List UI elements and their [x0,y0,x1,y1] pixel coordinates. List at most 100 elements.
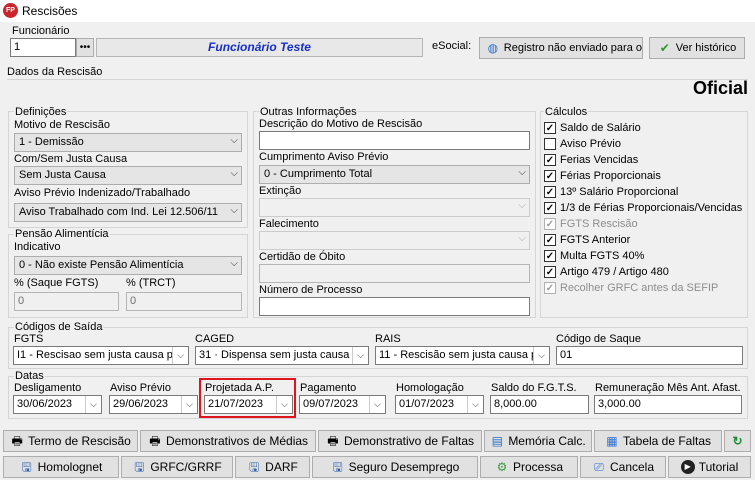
calculo-checkbox-item[interactable]: ✓ Recolher GRFC antes da SEFIP [544,280,746,296]
checkbox-checked-icon[interactable]: ✓ [544,266,556,278]
certidao-label: Certidão de Óbito [259,251,346,263]
checkbox-checked-icon[interactable]: ✓ [544,170,556,182]
printer-icon: 🖶 [327,434,339,448]
calculo-label: Artigo 479 / Artigo 480 [560,266,669,278]
demonstrativos-medias-button[interactable]: 🖶 Demonstrativos de Médias [140,430,316,452]
checkbox-unchecked-icon[interactable] [544,138,556,150]
chevron-down-icon: ⌵ [352,347,368,364]
calculo-checkbox-item[interactable]: ✓ Saldo de Salário [544,120,746,136]
pensao-title: Pensão Alimentícia [14,228,110,240]
ellipsis-icon: ••• [79,42,91,53]
checkbox-checked-icon[interactable]: ✓ [544,122,556,134]
memoria-calc-button[interactable]: ▤ Memória Calc. [484,430,592,452]
chevron-down-icon: ⌵ [518,200,526,211]
falecimento-select[interactable]: ⌵ [259,231,530,250]
esocial-label: eSocial: [432,40,472,52]
checkbox-checked-icon[interactable]: ✓ [544,186,556,198]
checkbox-checked-icon[interactable]: ✓ [544,282,556,294]
indicativo-label: Indicativo [14,241,61,253]
tutorial-button[interactable]: ▶ Tutorial [668,456,751,478]
darf-button[interactable]: 🖫 DARF [235,456,310,478]
floppy-icon: 🖫 [134,460,145,474]
rais-select[interactable]: 11 - Rescisão sem justa causa p ⌵ [375,346,550,365]
funcionario-code-input[interactable]: 1 [10,38,76,57]
calculo-checkbox-item[interactable]: ✓ Multa FGTS 40% [544,248,746,264]
ver-historico-button[interactable]: ✔ Ver histórico [649,37,745,59]
indicativo-select[interactable]: 0 - Não existe Pensão Alimentícia ⌵ [14,256,242,275]
check-icon: ✔ [659,41,670,55]
processa-button[interactable]: ⚙ Processa [480,456,578,478]
homologacao-label: Homologação [396,382,464,394]
datas-title: Datas [14,370,45,382]
checkbox-checked-icon[interactable]: ✓ [544,202,556,214]
trct-label: % (TRCT) [126,277,176,289]
homologacao-date[interactable]: 01/07/2023 ⌵ [395,395,484,414]
falecimento-label: Falecimento [259,218,319,230]
app-logo-icon: FP [3,3,18,18]
caged-select[interactable]: 31 · Dispensa sem justa causa ⌵ [195,346,369,365]
calculo-checkbox-item[interactable]: ✓ 1/3 de Férias Proporcionais/Vencidas [544,200,746,216]
pagamento-date[interactable]: 09/07/2023 ⌵ [299,395,386,414]
codigos-title: Códigos de Saída [14,321,104,333]
saldo-fgts-input[interactable]: 8,000.00 [490,395,589,414]
calculo-checkbox-item[interactable]: ✓ FGTS Rescisão [544,216,746,232]
esocial-status-button[interactable]: ◍ Registro não enviado para o [479,37,643,59]
motivo-select[interactable]: 1 - Demissão ⌵ [14,133,242,152]
checkbox-checked-icon[interactable]: ✓ [544,218,556,230]
codigo-saque-input[interactable]: 01 [556,346,743,365]
calculo-checkbox-item[interactable]: Aviso Prévio [544,136,746,152]
tabela-faltas-button[interactable]: ▦ Tabela de Faltas [594,430,722,452]
trct-input[interactable]: 0 [126,292,242,311]
dados-rescisao-label: Dados da Rescisão [7,66,103,78]
descricao-input[interactable] [259,131,530,150]
window-title: Rescisões [22,4,78,18]
cumprimento-select[interactable]: 0 - Cumprimento Total ⌵ [259,165,530,184]
aviso-select[interactable]: Aviso Trabalhado com Ind. Lei 12.506/11 ⌵ [14,203,242,222]
lookup-button[interactable]: ••• [76,38,94,57]
saque-fgts-input[interactable]: 0 [14,292,119,311]
calculo-label: Ferias Vencidas [560,154,639,166]
chevron-down-icon: ⌵ [85,396,101,413]
seguro-desemprego-button[interactable]: 🖫 Seguro Desemprego [312,456,478,478]
termo-rescisao-button[interactable]: 🖶 Termo de Rescisão [3,430,138,452]
checkbox-checked-icon[interactable]: ✓ [544,154,556,166]
aviso-previo-date[interactable]: 29/06/2023 ⌵ [109,395,198,414]
calculo-checkbox-item[interactable]: ✓ FGTS Anterior [544,232,746,248]
homolognet-button[interactable]: 🖫 Homolognet [3,456,119,478]
fgts-select[interactable]: I1 - Rescisao sem justa causa po ⌵ [13,346,189,365]
justa-causa-select[interactable]: Sem Justa Causa ⌵ [14,166,242,185]
play-icon: ▶ [680,460,695,474]
remuneracao-input[interactable]: 3,000.00 [594,395,742,414]
calculo-checkbox-item[interactable]: ✓ Artigo 479 / Artigo 480 [544,264,746,280]
certidao-input[interactable] [259,264,530,283]
caged-label: CAGED [195,333,235,345]
chevron-down-icon: ⌵ [230,135,238,146]
checkbox-checked-icon[interactable]: ✓ [544,250,556,262]
globe-icon: ◍ [487,41,499,55]
aviso-previo-label: Aviso Prévio [110,382,171,394]
refresh-button[interactable]: ↻ [724,430,751,452]
definicoes-title: Definições [14,106,68,118]
descricao-label: Descrição do Motivo de Rescisão [259,118,423,130]
codigo-saque-label: Código de Saque [556,333,642,345]
chevron-down-icon: ⌵ [276,396,292,413]
extincao-select[interactable]: ⌵ [259,198,530,217]
calculo-checkbox-item[interactable]: ✓ Ferias Vencidas [544,152,746,168]
cumprimento-label: Cumprimento Aviso Prévio [259,151,389,163]
grfc-grrf-button[interactable]: 🖫 GRFC/GRRF [121,456,233,478]
chevron-down-icon: ⌵ [230,205,238,216]
checkbox-checked-icon[interactable]: ✓ [544,234,556,246]
calculo-checkbox-item[interactable]: ✓ Férias Proporcionais [544,168,746,184]
calculo-checkbox-item[interactable]: ✓ 13º Salário Proporcional [544,184,746,200]
processo-input[interactable] [259,297,530,316]
extincao-label: Extinção [259,185,302,197]
refresh-icon: ↻ [732,434,743,448]
cancela-button[interactable]: ⎚ Cancela [580,456,666,478]
calculo-label: FGTS Rescisão [560,218,638,230]
projetada-date[interactable]: 21/07/2023 ⌵ [204,395,293,414]
demonstrativo-faltas-button[interactable]: 🖶 Demonstrativo de Faltas [318,430,482,452]
printer-icon: 🖶 [149,434,161,448]
document-icon: ▤ [491,434,503,448]
calculos-title: Cálculos [544,106,589,118]
desligamento-date[interactable]: 30/06/2023 ⌵ [13,395,102,414]
